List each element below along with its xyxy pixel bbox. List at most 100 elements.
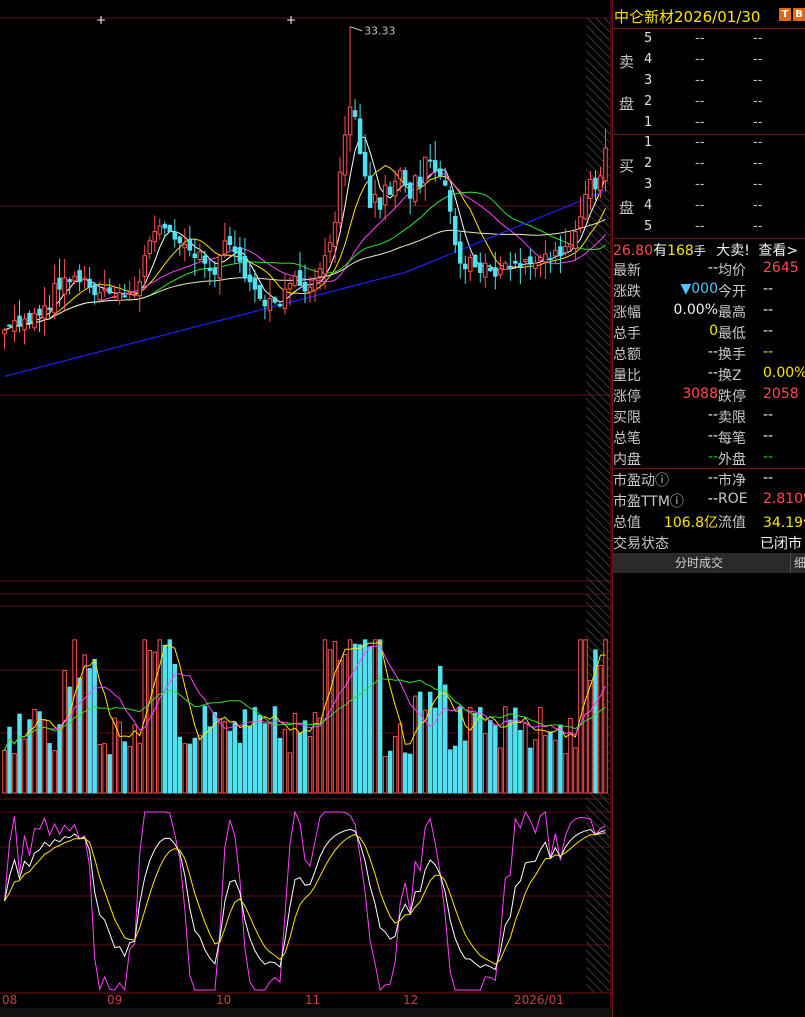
trade-status-label: 交易状态 (613, 536, 669, 552)
tab-bar: 分时成交 细 (613, 553, 805, 573)
fundamental-value: -- (707, 470, 718, 486)
b-icon[interactable]: B (793, 8, 805, 21)
volume-bar (317, 717, 323, 794)
candle (237, 247, 243, 262)
candle (442, 180, 448, 186)
fundamental-row: 市盈TTMⓘ --ROE 2.810% (613, 491, 805, 512)
volume-bar (598, 664, 603, 794)
candle (192, 253, 198, 259)
candle (563, 245, 568, 254)
candle (2, 329, 7, 335)
quote-row: 涨停 3088 跌停 2058 (613, 386, 805, 407)
volume-bar (257, 714, 263, 794)
kline-chart-area[interactable]: 33.33 + + 08 09 10 11 12 2026/01 (0, 0, 612, 1017)
volume-bar (157, 639, 163, 794)
candle (372, 193, 378, 203)
candle (478, 262, 483, 273)
volume-bar (2, 749, 7, 794)
volume-bar (337, 659, 343, 794)
candle (142, 255, 147, 277)
candle (147, 240, 152, 255)
volume-bar (7, 726, 12, 794)
volume-bar (417, 691, 423, 794)
candle (452, 215, 458, 246)
candle (493, 267, 498, 277)
t-icon[interactable]: T (779, 8, 791, 21)
volume-bar (307, 735, 313, 794)
volume-bar (222, 720, 228, 794)
tab-detail[interactable]: 细 (790, 553, 805, 573)
candle (152, 231, 158, 243)
volume-bar (107, 754, 112, 794)
candle (568, 244, 573, 248)
candle (67, 279, 72, 283)
quote-label: 均价 (718, 263, 746, 279)
candle (598, 175, 603, 191)
tick-line[interactable]: 26.80有168手 大卖! 查看> (613, 240, 805, 261)
candle (387, 186, 393, 195)
candle (287, 283, 293, 290)
volume-bar (382, 755, 388, 794)
orderbook-row: 3 -- -- (644, 73, 763, 88)
volume-bar (152, 651, 158, 794)
candle (242, 255, 248, 279)
tick-message: 大卖! (716, 243, 750, 259)
candle (212, 267, 218, 275)
candle (417, 176, 423, 188)
fundamental-value: -- (763, 470, 774, 486)
candle (312, 279, 318, 291)
volume-bar (57, 724, 62, 794)
fundamental-label: 市盈动ⓘ (613, 473, 669, 489)
event-marker: + (96, 13, 106, 27)
quote-label: 今开 (718, 284, 746, 300)
orderbook-row: 2 -- -- (644, 94, 763, 109)
sell-orderbook: 卖 盘 5 -- -- 4 -- -- 3 -- -- 2 -- -- 1 -- -- (613, 28, 805, 135)
candle (57, 277, 62, 290)
date-label: 11 (305, 993, 321, 1007)
volume-bar (568, 718, 573, 794)
volume-bar (22, 738, 27, 794)
quote-label: 跌停 (718, 389, 746, 405)
quote-value: 0.00% (763, 365, 805, 381)
volume-bar (372, 639, 378, 794)
volume-bar (277, 737, 283, 794)
candle (327, 242, 333, 252)
candle (247, 274, 253, 283)
orderbook-row: 3 -- -- (644, 177, 763, 192)
candle (222, 240, 228, 255)
kline-chart[interactable]: 33.33 + + (0, 0, 612, 1017)
candle (297, 270, 303, 286)
volume-bar (297, 732, 303, 794)
stock-title: 中仑新材2026/01/30 (614, 8, 761, 26)
volume-bar (558, 724, 563, 794)
high-pointer (349, 26, 363, 32)
volume-bar (62, 670, 67, 794)
quote-value: -- (707, 260, 718, 276)
candle (47, 307, 52, 311)
quote-label: 换Z (718, 368, 742, 384)
candle (227, 236, 233, 246)
candle (337, 171, 343, 224)
quote-label: 内盘 (613, 452, 641, 468)
fundamental-value: 34.19亿 (763, 515, 805, 531)
candle (468, 257, 473, 272)
tick-view-link[interactable]: 查看> (758, 243, 798, 259)
quote-label: 量比 (613, 368, 641, 384)
candle (167, 224, 173, 233)
quote-row: 总笔 -- 每笔 -- (613, 428, 805, 449)
tab-tick-trades[interactable]: 分时成交 (613, 553, 785, 573)
quote-row: 量比 -- 换Z 0.00% (613, 365, 805, 386)
volume-bar (197, 734, 203, 794)
candle (367, 175, 373, 208)
volume-bar (102, 743, 107, 794)
quote-value: -- (763, 281, 774, 297)
volume-bar (392, 736, 398, 794)
candle (362, 151, 368, 177)
quote-value: -- (763, 302, 774, 318)
candle (62, 277, 67, 295)
quote-value: -- (707, 449, 718, 465)
candle (102, 288, 107, 292)
candle (92, 284, 97, 296)
volume-bar (177, 736, 183, 794)
candle (7, 324, 12, 327)
